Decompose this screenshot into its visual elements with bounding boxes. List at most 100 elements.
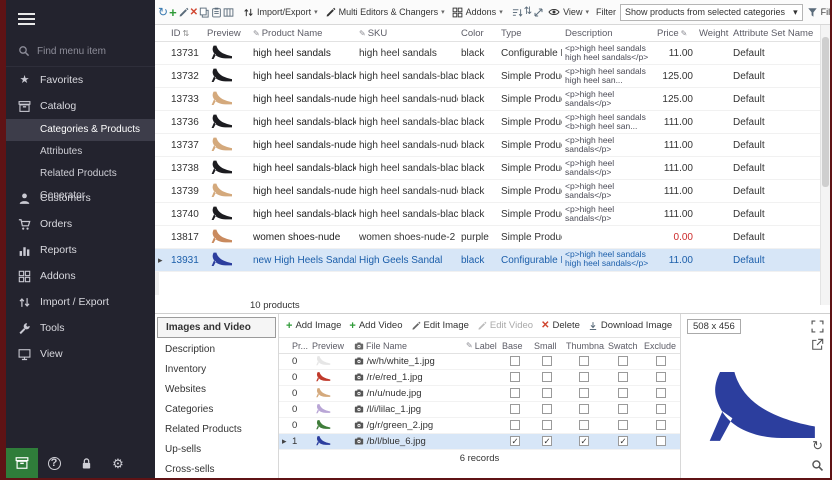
small-checkbox[interactable]: ✓ — [542, 436, 552, 446]
delete-image-button[interactable]: ✕Delete — [539, 318, 582, 333]
add-video-button[interactable]: +Add Video — [347, 318, 404, 334]
column-header-type[interactable]: Type — [498, 28, 562, 39]
filters-dropdown[interactable]: Filters▾ — [804, 5, 830, 20]
multi-editors-dropdown[interactable]: Multi Editors & Changers▾ — [322, 5, 448, 20]
tab-categories[interactable]: Categories — [155, 400, 278, 420]
group-expand-button[interactable]: ⇅ — [524, 3, 532, 22]
store-button[interactable] — [6, 448, 38, 478]
addons-dropdown[interactable]: Addons▾ — [449, 5, 506, 20]
column-header-id[interactable]: ID⇅ — [168, 28, 204, 39]
download-image-button[interactable]: Download Image — [586, 318, 674, 333]
column-header-attribute-set[interactable]: Attribute Set Name — [730, 28, 820, 39]
image-row[interactable]: 0 /g/r/green_2.jpg — [279, 418, 680, 434]
small-checkbox[interactable] — [542, 420, 552, 430]
image-row[interactable]: 0 /n/u/nude.jpg — [279, 386, 680, 402]
sidebar-item-orders[interactable]: Orders — [6, 211, 155, 237]
table-row[interactable]: 13736 high heel sandals-black-36high hee… — [155, 111, 820, 134]
base-checkbox[interactable] — [510, 388, 520, 398]
swatch-checkbox[interactable] — [618, 404, 628, 414]
grid-vertical-scrollbar[interactable] — [820, 25, 830, 305]
table-row[interactable]: 13732 high heel sandals-blackhigh heel s… — [155, 65, 820, 88]
sidebar-item-tools[interactable]: Tools — [6, 315, 155, 341]
swatch-checkbox[interactable] — [618, 420, 628, 430]
column-header-small[interactable]: Small — [531, 341, 563, 351]
refresh-button[interactable]: ↻ — [158, 3, 168, 22]
sidebar-item-reports[interactable]: Reports — [6, 237, 155, 263]
exclude-checkbox[interactable] — [656, 356, 666, 366]
tab-cross-sells[interactable]: Cross-sells — [155, 460, 278, 478]
rotate-icon[interactable]: ↻ — [812, 439, 823, 452]
column-header-thumbnail[interactable]: Thumbna... — [563, 341, 605, 351]
edit-product-button[interactable] — [178, 3, 189, 22]
tab-images-and-video[interactable]: Images and Video — [157, 317, 276, 338]
table-row[interactable]: 13738 high heel sandals-black-37high hee… — [155, 157, 820, 180]
thumbnail-checkbox[interactable] — [579, 372, 589, 382]
tab-up-sells[interactable]: Up-sells — [155, 440, 278, 460]
copy-button[interactable] — [199, 3, 210, 22]
paste-button[interactable] — [211, 3, 222, 22]
swatch-checkbox[interactable]: ✓ — [618, 436, 628, 446]
sidebar-item-import-export[interactable]: Import / Export — [6, 289, 155, 315]
category-filter-select[interactable]: Show products from selected categories▾ — [620, 4, 803, 21]
image-row[interactable]: 0 /w/h/white_1.jpg — [279, 354, 680, 370]
sidebar-item-catalog[interactable]: Catalog — [6, 93, 155, 119]
column-header-base[interactable]: Base — [499, 341, 531, 351]
import-export-dropdown[interactable]: Import/Export▾ — [240, 5, 321, 20]
settings-button[interactable]: ⚙ — [102, 448, 134, 478]
thumbnail-checkbox[interactable] — [579, 388, 589, 398]
search-input[interactable]: Find menu item — [37, 46, 106, 57]
columns-button[interactable] — [223, 3, 234, 22]
delete-product-button[interactable]: ✕ — [190, 3, 198, 22]
help-button[interactable]: ? — [38, 448, 70, 478]
column-header-weight[interactable]: Weight — [696, 28, 730, 39]
column-header-preview[interactable]: Preview — [204, 28, 250, 39]
base-checkbox[interactable] — [510, 372, 520, 382]
thumbnail-checkbox[interactable]: ✓ — [579, 436, 589, 446]
table-row-selected[interactable]: ▸ 13931 new High Heels SandalsHigh Geels… — [155, 249, 820, 272]
fullscreen-icon[interactable] — [811, 320, 824, 333]
thumbnail-checkbox[interactable] — [579, 420, 589, 430]
column-header-swatch[interactable]: Swatch — [605, 341, 641, 351]
sidebar-search[interactable]: Find menu item — [6, 36, 155, 67]
thumbnail-checkbox[interactable] — [579, 404, 589, 414]
sort-button[interactable] — [512, 3, 523, 22]
image-row[interactable]: 0 /r/e/red_1.jpg — [279, 370, 680, 386]
swatch-checkbox[interactable] — [618, 372, 628, 382]
small-checkbox[interactable] — [542, 404, 552, 414]
edit-image-button[interactable]: Edit Image — [409, 318, 471, 333]
base-checkbox[interactable] — [510, 404, 520, 414]
sidebar-item-categories-products[interactable]: Categories & Products — [6, 119, 155, 141]
column-header-description[interactable]: Description — [562, 28, 654, 39]
sidebar-item-addons[interactable]: Addons — [6, 263, 155, 289]
zoom-icon[interactable] — [811, 459, 824, 472]
column-header-label[interactable]: ✎Label — [463, 341, 499, 351]
sidebar-item-related-products-generator[interactable]: Related Products Generator — [6, 163, 155, 185]
add-product-button[interactable]: + — [169, 3, 177, 22]
base-checkbox[interactable] — [510, 420, 520, 430]
column-header-position[interactable]: Pr... — [289, 341, 309, 351]
hamburger-menu-icon[interactable] — [6, 0, 155, 36]
tab-description[interactable]: Description — [155, 340, 278, 360]
table-row[interactable]: 13737 high heel sandals-nude-36high heel… — [155, 134, 820, 157]
lock-button[interactable] — [70, 448, 102, 478]
exclude-checkbox[interactable] — [656, 388, 666, 398]
column-header-product-name[interactable]: ✎Product Name — [250, 28, 356, 39]
table-row[interactable]: 13733 high heel sandals-nudehigh heel sa… — [155, 88, 820, 111]
base-checkbox[interactable]: ✓ — [510, 436, 520, 446]
tab-related-products[interactable]: Related Products — [155, 420, 278, 440]
column-header-price[interactable]: Price✎ — [654, 28, 696, 39]
column-header-exclude[interactable]: Exclude — [641, 341, 680, 351]
exclude-checkbox[interactable] — [656, 372, 666, 382]
group-collapse-button[interactable] — [533, 3, 544, 22]
small-checkbox[interactable] — [542, 356, 552, 366]
sidebar-item-view[interactable]: View — [6, 341, 155, 367]
exclude-checkbox[interactable] — [656, 436, 666, 446]
image-row[interactable]: 0 /l/i/lilac_1.jpg — [279, 402, 680, 418]
column-header-color[interactable]: Color — [458, 28, 498, 39]
table-row[interactable]: 13739 high heel sandals-nude-37high heel… — [155, 180, 820, 203]
table-row[interactable]: 13817 women shoes-nudewomen shoes-nude-2… — [155, 226, 820, 249]
column-header-preview[interactable]: Preview — [309, 341, 351, 351]
sidebar-item-favorites[interactable]: ★ Favorites — [6, 67, 155, 93]
row-expander-icon[interactable]: ▸ — [155, 255, 168, 266]
column-header-file-name[interactable]: File Name — [351, 341, 463, 351]
